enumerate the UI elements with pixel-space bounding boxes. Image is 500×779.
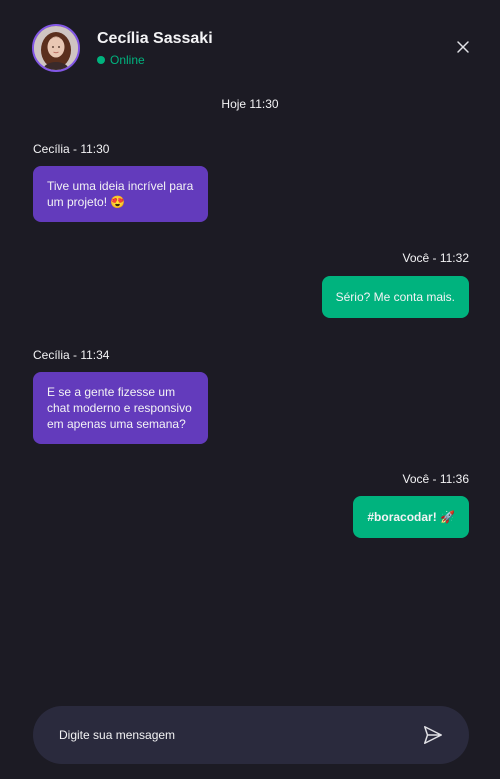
outgoing-message: Sério? Me conta mais. (321, 276, 469, 318)
message-composer (33, 706, 469, 764)
day-separator: Hoje 11:30 (221, 97, 279, 111)
message-meta: Você - 11:36 (402, 472, 470, 486)
message-input[interactable] (57, 727, 421, 743)
avatar-illustration (34, 26, 78, 70)
avatar (32, 24, 80, 72)
status-text: Online (110, 53, 145, 67)
contact-name: Cecília Sassaki (97, 30, 213, 47)
close-button[interactable] (450, 34, 476, 60)
message-meta: Você - 11:32 (402, 251, 470, 265)
close-icon (457, 41, 469, 53)
incoming-message: E se a gente fizesse um chat moderno e r… (33, 372, 208, 444)
online-status: Online (97, 53, 145, 67)
message-meta: Cecília - 11:34 (33, 348, 110, 362)
chat-window: Cecília Sassaki Online Hoje 11:30 Cecíli… (0, 0, 500, 779)
incoming-message: Tive uma ideia incrível para um projeto!… (33, 166, 208, 222)
status-dot-icon (97, 56, 105, 64)
send-icon (424, 726, 442, 744)
chat-header: Cecília Sassaki Online (32, 24, 476, 74)
message-meta: Cecília - 11:30 (33, 142, 110, 156)
send-button[interactable] (421, 723, 445, 747)
outgoing-message: #boracodar! 🚀 (353, 496, 469, 538)
